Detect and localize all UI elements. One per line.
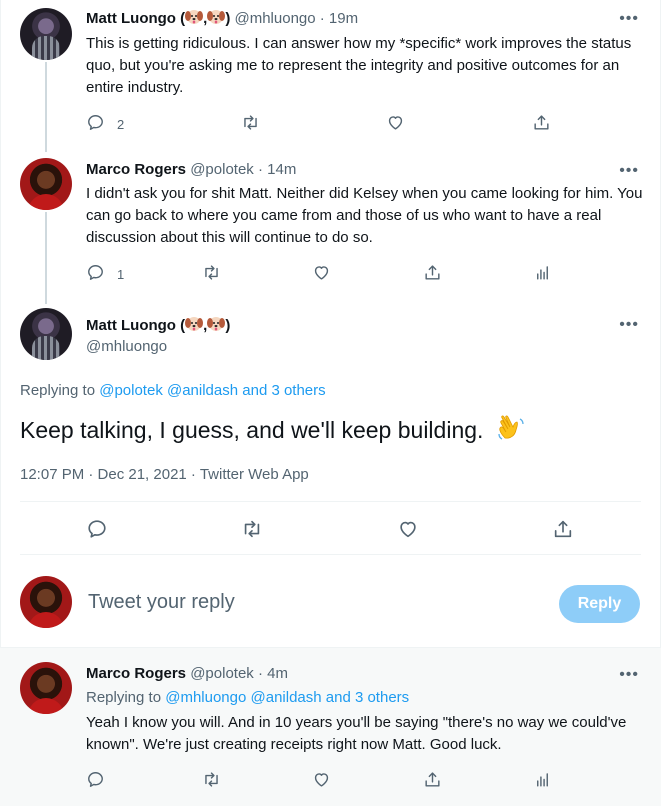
like-button[interactable] (386, 113, 405, 135)
reply-submit-button[interactable]: Reply (559, 585, 640, 623)
heart-icon (397, 518, 419, 543)
focused-tweet-text: Keep talking, I guess, and we'll keep bu… (20, 417, 484, 443)
tweet-marco-1[interactable]: Marco Rogers @polotek · 14m ••• I didn't… (0, 150, 661, 300)
analytics-icon (533, 263, 552, 285)
focused-tweet-text-row: Keep talking, I guess, and we'll keep bu… (20, 412, 526, 448)
avatar[interactable] (20, 158, 72, 210)
avatar[interactable] (20, 308, 72, 360)
avatar[interactable] (20, 8, 72, 60)
reply-button[interactable] (86, 770, 105, 792)
retweet-button[interactable] (202, 770, 221, 792)
reply-button[interactable]: 2 (86, 113, 124, 135)
focused-tweet-actions (86, 518, 606, 542)
heart-icon (386, 113, 405, 135)
reply-count: 2 (117, 116, 125, 132)
author-name-end: ) (225, 10, 231, 27)
share-button[interactable] (423, 770, 442, 792)
analytics-icon (533, 770, 552, 792)
author-handle[interactable]: @mhluongo (86, 338, 167, 355)
retweet-icon (241, 113, 260, 135)
author-handle[interactable]: @polotek (190, 665, 254, 682)
dog-emoji-icon (185, 317, 204, 334)
replying-to-label: Replying to (20, 382, 96, 399)
reply-icon (86, 263, 105, 285)
avatar[interactable] (20, 662, 72, 714)
tweet-reply-input[interactable]: Tweet your reply (88, 591, 235, 614)
share-icon (423, 263, 442, 285)
tweet-timestamp-source[interactable]: 12:07 PM · Dec 21, 2021 · Twitter Web Ap… (20, 466, 309, 483)
author-name[interactable]: Marco Rogers (86, 665, 186, 682)
retweet-button[interactable] (241, 518, 263, 543)
divider (20, 501, 641, 502)
divider (20, 554, 641, 555)
share-icon (532, 113, 551, 135)
reply-count: 1 (117, 266, 125, 282)
tweet-matt-1[interactable]: Matt Luongo (,) @mhluongo · 19m ••• This… (0, 0, 661, 150)
replying-to-label: Replying to (86, 689, 162, 706)
retweet-icon (241, 518, 263, 543)
reply-button[interactable] (86, 518, 108, 543)
retweet-button[interactable] (202, 263, 221, 285)
like-button[interactable] (312, 263, 331, 285)
share-icon (552, 518, 574, 543)
waving-hand-icon (490, 415, 526, 443)
analytics-button[interactable] (533, 770, 552, 792)
dog-emoji-icon (185, 10, 204, 27)
author-handle[interactable]: @polotek (190, 161, 254, 178)
heart-icon (312, 263, 331, 285)
share-button[interactable] (552, 518, 574, 543)
author-name[interactable]: Matt Luongo ( (86, 10, 185, 27)
author-name[interactable]: Matt Luongo ( (86, 317, 185, 334)
author-name[interactable]: Marco Rogers (86, 161, 186, 178)
reply-icon (86, 770, 105, 792)
tweet-time[interactable]: · 19m (320, 10, 358, 27)
retweet-button[interactable] (241, 113, 260, 135)
more-options-icon[interactable]: ••• (619, 667, 639, 683)
reply-icon (86, 113, 105, 135)
replying-to: Replying to @polotek @anildash and 3 oth… (20, 382, 326, 399)
analytics-button[interactable] (533, 263, 552, 285)
tweet-text: I didn't ask you for shit Matt. Neither … (86, 185, 643, 246)
author-handle[interactable]: @mhluongo (234, 10, 315, 27)
composer-avatar[interactable] (20, 576, 72, 628)
author-name-end: ) (225, 317, 231, 334)
like-button[interactable] (397, 518, 419, 543)
dog-emoji-icon (207, 10, 226, 27)
more-options-icon[interactable]: ••• (619, 163, 639, 179)
more-options-icon[interactable]: ••• (619, 11, 639, 27)
tweet-time[interactable]: · 4m (258, 665, 288, 682)
tweet-text: Yeah I know you will. And in 10 years yo… (86, 714, 627, 753)
like-button[interactable] (312, 770, 331, 792)
share-button[interactable] (423, 263, 442, 285)
tweet-time[interactable]: · 14m (258, 161, 296, 178)
more-options-icon[interactable]: ••• (619, 317, 639, 333)
reply-button[interactable]: 1 (86, 263, 124, 285)
share-button[interactable] (532, 113, 551, 135)
replying-to-links[interactable]: @mhluongo @anildash and 3 others (165, 689, 409, 706)
replying-to-links[interactable]: @polotek @anildash and 3 others (99, 382, 325, 399)
reply-icon (86, 518, 108, 543)
heart-icon (312, 770, 331, 792)
retweet-icon (202, 770, 221, 792)
share-icon (423, 770, 442, 792)
retweet-icon (202, 263, 221, 285)
dog-emoji-icon (207, 317, 226, 334)
tweet-text: This is getting ridiculous. I can answer… (86, 35, 632, 96)
tweet-marco-2[interactable]: Marco Rogers @polotek · 4m ••• Replying … (0, 648, 661, 806)
